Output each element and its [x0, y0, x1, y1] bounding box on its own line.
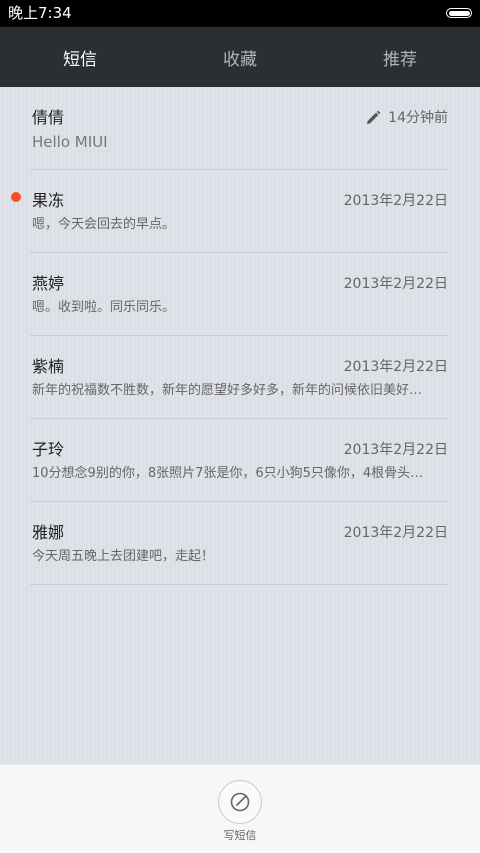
message-time: 14分钟前 [365, 109, 448, 127]
unread-indicator-dot [11, 192, 21, 202]
status-bar: 晚上7:34 [0, 0, 480, 27]
conversation-list: 倩倩 14分钟前 Hello MIUI 果冻 2013年2月22日 嗯，今天会回… [0, 87, 480, 764]
message-preview: 今天周五晚上去团建吧，走起！ [32, 549, 215, 564]
tab-bar: 短信 收藏 推荐 [0, 27, 480, 87]
tab-favorites[interactable]: 收藏 [160, 27, 320, 87]
contact-name: 雅娜 [32, 523, 65, 542]
message-preview: 嗯，今天会回去的早点。 [32, 217, 176, 232]
conversation-row[interactable]: 雅娜 2013年2月22日 今天周五晚上去团建吧，走起！ [0, 502, 480, 585]
status-time: 晚上7:34 [8, 4, 72, 22]
conversation-row[interactable]: 子玲 2013年2月22日 10分想念9别的你，8张照片7张是你，6只小狗5只像… [0, 419, 480, 502]
message-time: 2013年2月22日 [343, 359, 448, 375]
conversation-row[interactable]: 果冻 2013年2月22日 嗯，今天会回去的早点。 [0, 170, 480, 253]
battery-icon [446, 8, 472, 18]
tab-messages[interactable]: 短信 [0, 27, 160, 87]
contact-name: 倩倩 [32, 108, 65, 127]
message-time: 2013年2月22日 [343, 442, 448, 458]
compose-message-button[interactable] [218, 780, 262, 824]
message-preview: Hello MIUI [32, 133, 108, 151]
contact-name: 子玲 [32, 440, 65, 459]
conversation-row[interactable]: 紫楠 2013年2月22日 新年的祝福数不胜数，新年的愿望好多好多，新年的问候依… [0, 336, 480, 419]
compose-icon [230, 792, 250, 812]
message-preview: 10分想念9别的你，8张照片7张是你，6只小狗5只像你，4根骨头… [32, 466, 424, 481]
message-time: 2013年2月22日 [343, 276, 448, 292]
message-time: 2013年2月22日 [343, 525, 448, 541]
contact-name: 果冻 [32, 191, 65, 210]
conversation-row[interactable]: 倩倩 14分钟前 Hello MIUI [0, 87, 480, 170]
conversation-row[interactable]: 燕婷 2013年2月22日 嗯。收到啦。同乐同乐。 [0, 253, 480, 336]
contact-name: 紫楠 [32, 357, 65, 376]
draft-pencil-icon [367, 110, 381, 124]
bottom-bar: 写短信 [0, 764, 480, 853]
compose-label: 写短信 [223, 829, 257, 842]
message-preview: 新年的祝福数不胜数，新年的愿望好多好多，新年的问候依旧美好… [32, 383, 423, 398]
message-time: 2013年2月22日 [343, 193, 448, 209]
contact-name: 燕婷 [32, 274, 65, 293]
tab-recommended[interactable]: 推荐 [320, 27, 480, 87]
message-preview: 嗯。收到啦。同乐同乐。 [32, 300, 176, 315]
time-text: 14分钟前 [388, 110, 448, 126]
